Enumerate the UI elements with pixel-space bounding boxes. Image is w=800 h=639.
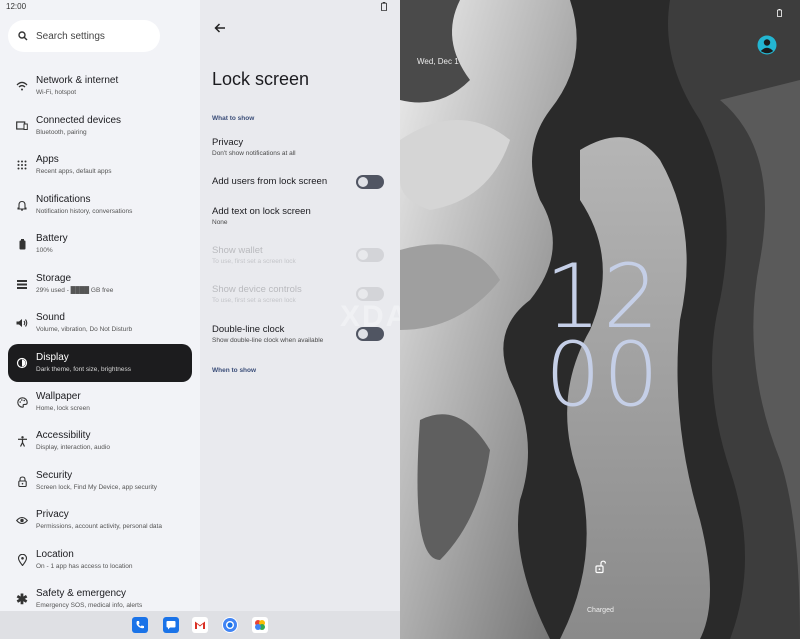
nav-network-internet[interactable]: Network & internet Wi-Fi, hotspot bbox=[8, 67, 192, 105]
nav-storage[interactable]: Storage 29% used - ████ GB free bbox=[8, 265, 192, 303]
lock-clock: 12 00 bbox=[545, 253, 661, 426]
nav-title: Sound bbox=[36, 312, 65, 323]
accessibility-icon bbox=[16, 435, 28, 447]
nav-title: Network & internet bbox=[36, 75, 119, 86]
charging-status: Charged bbox=[587, 607, 614, 614]
nav-title: Connected devices bbox=[36, 115, 122, 126]
nav-subtitle: Permissions, account activity, personal … bbox=[36, 523, 162, 530]
nav-title: Accessibility bbox=[36, 430, 91, 441]
nav-subtitle: Bluetooth, pairing bbox=[36, 129, 87, 136]
show-wallet-toggle[interactable] bbox=[356, 248, 384, 262]
pref-add-text-lock-screen[interactable]: Add text on lock screen None bbox=[212, 206, 392, 227]
pref-show-wallet[interactable]: Show wallet To use, first set a screen l… bbox=[212, 245, 392, 266]
battery-status-icon bbox=[381, 2, 387, 11]
toggle-knob bbox=[358, 250, 368, 260]
nav-wallpaper[interactable]: Wallpaper Home, lock screen bbox=[8, 383, 192, 421]
nav-title: Safety & emergency bbox=[36, 588, 127, 599]
lock-icon bbox=[16, 475, 28, 487]
back-arrow-icon[interactable] bbox=[212, 20, 228, 36]
nav-apps[interactable]: Apps Recent apps, default apps bbox=[8, 146, 192, 184]
pref-privacy[interactable]: Privacy Don't show notifications at all bbox=[212, 137, 392, 158]
nav-subtitle: On - 1 app has access to location bbox=[36, 563, 133, 570]
user-avatar-icon[interactable] bbox=[757, 35, 777, 55]
palette-icon bbox=[16, 396, 28, 408]
nav-sound[interactable]: Sound Volume, vibration, Do Not Disturb bbox=[8, 304, 192, 342]
nav-accessibility[interactable]: Accessibility Display, interaction, audio bbox=[8, 422, 192, 460]
asterisk-icon: ✱ bbox=[16, 590, 28, 607]
apps-grid-icon bbox=[16, 159, 28, 171]
nav-subtitle: Notification history, conversations bbox=[36, 208, 133, 215]
nav-title: Privacy bbox=[36, 509, 69, 520]
brightness-icon bbox=[16, 357, 28, 369]
nav-security[interactable]: Security Screen lock, Find My Device, app… bbox=[8, 462, 192, 500]
unlock-icon[interactable] bbox=[594, 560, 608, 574]
search-settings-bar[interactable]: Search settings bbox=[8, 20, 160, 52]
search-icon bbox=[18, 31, 28, 41]
nav-subtitle: Recent apps, default apps bbox=[36, 168, 112, 175]
nav-title: Location bbox=[36, 549, 74, 560]
page-title: Lock screen bbox=[212, 69, 310, 89]
location-pin-icon bbox=[16, 554, 28, 566]
nav-title: Notifications bbox=[36, 194, 91, 205]
nav-subtitle: Volume, vibration, Do Not Disturb bbox=[36, 326, 133, 333]
nav-subtitle: Dark theme, font size, brightness bbox=[36, 366, 132, 373]
nav-title: Display bbox=[36, 352, 69, 363]
toggle-knob bbox=[358, 289, 368, 299]
battery-status-icon bbox=[777, 9, 782, 17]
pref-summary: Don't show notifications at all bbox=[212, 150, 296, 157]
lock-screen-preview: Wed, Dec 1 12 00 Charged bbox=[400, 0, 800, 639]
speaker-icon bbox=[16, 317, 28, 329]
bell-icon bbox=[16, 199, 28, 211]
nav-display[interactable]: Display Dark theme, font size, brightness bbox=[8, 344, 192, 382]
gmail-app-icon[interactable] bbox=[192, 617, 208, 633]
nav-connected-devices[interactable]: Connected devices Bluetooth, pairing bbox=[8, 107, 192, 145]
settings-sidebar: 12:00 Search settings Network & internet… bbox=[0, 0, 200, 639]
nav-subtitle: Screen lock, Find My Device, app securit… bbox=[36, 484, 158, 491]
storage-icon bbox=[16, 278, 28, 290]
wifi-icon bbox=[16, 80, 28, 92]
nav-notifications[interactable]: Notifications Notification history, conve… bbox=[8, 186, 192, 224]
messages-app-icon[interactable] bbox=[163, 617, 179, 633]
nav-battery[interactable]: Battery 100% bbox=[8, 225, 192, 263]
lock-screen-settings-pane: Lock screen What to show Privacy Don't s… bbox=[200, 0, 407, 639]
nav-location[interactable]: Location On - 1 app has access to locatio… bbox=[8, 541, 192, 579]
nav-title: Wallpaper bbox=[36, 391, 81, 402]
battery-icon bbox=[16, 238, 28, 250]
toggle-knob bbox=[358, 177, 368, 187]
pref-title: Add text on lock screen bbox=[212, 206, 311, 217]
nav-subtitle: Wi-Fi, hotspot bbox=[36, 89, 77, 96]
nav-subtitle: 100% bbox=[36, 247, 53, 254]
pref-add-users-lock-screen[interactable]: Add users from lock screen bbox=[212, 175, 392, 189]
show-device-controls-toggle[interactable] bbox=[356, 287, 384, 301]
xda-watermark: XDA bbox=[340, 300, 410, 333]
nav-title: Apps bbox=[36, 154, 59, 165]
chrome-app-icon[interactable] bbox=[222, 617, 238, 633]
devices-icon bbox=[16, 120, 28, 132]
add-users-toggle[interactable] bbox=[356, 175, 384, 189]
nav-title: Storage bbox=[36, 273, 72, 284]
nav-title: Security bbox=[36, 470, 73, 481]
clock-minutes: 00 bbox=[545, 323, 661, 426]
nav-subtitle: Home, lock screen bbox=[36, 405, 90, 412]
phone-app-icon[interactable] bbox=[132, 617, 148, 633]
taskbar-dock bbox=[0, 611, 400, 639]
eye-icon bbox=[16, 514, 28, 526]
pref-summary: None bbox=[212, 219, 228, 226]
nav-privacy[interactable]: Privacy Permissions, account activity, pe… bbox=[8, 501, 192, 539]
section-what-to-show: What to show bbox=[212, 115, 255, 122]
pref-title: Privacy bbox=[212, 137, 244, 148]
photos-app-icon[interactable] bbox=[252, 617, 268, 633]
nav-subtitle: Display, interaction, audio bbox=[36, 444, 110, 451]
status-time: 12:00 bbox=[6, 2, 27, 11]
lock-date: Wed, Dec 1 bbox=[417, 57, 459, 66]
nav-title: Battery bbox=[36, 233, 68, 244]
nav-subtitle: Emergency SOS, medical info, alerts bbox=[36, 602, 143, 609]
search-placeholder: Search settings bbox=[36, 30, 105, 42]
nav-subtitle: 29% used - ████ GB free bbox=[36, 287, 114, 294]
section-when-to-show: When to show bbox=[212, 367, 257, 374]
